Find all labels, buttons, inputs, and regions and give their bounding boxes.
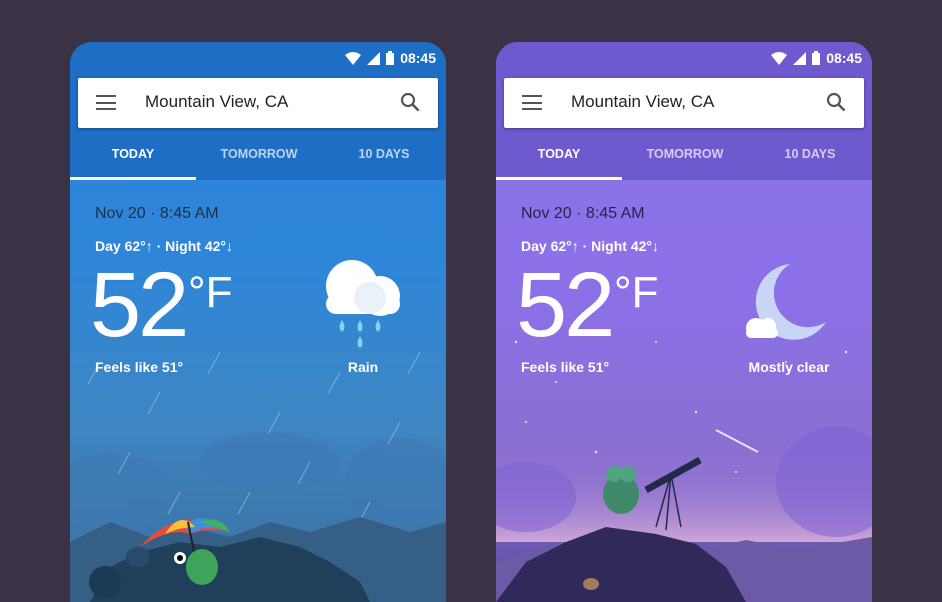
rain-cloud-icon (326, 260, 400, 348)
day-night-temps: Day 62°↑ · Night 42°↓ (95, 238, 234, 254)
tab-today[interactable]: TODAY (496, 134, 622, 180)
hamburger-menu-icon[interactable] (522, 95, 542, 111)
tab-bar: TODAY TOMORROW 10 DAYS (496, 134, 872, 180)
tab-tomorrow[interactable]: TOMORROW (196, 134, 322, 180)
feels-like: Feels like 51° (95, 359, 184, 375)
current-temperature: 52 (516, 254, 615, 356)
search-icon[interactable] (826, 92, 846, 112)
battery-icon (386, 51, 395, 65)
status-time: 08:45 (400, 50, 436, 66)
tab-10-days[interactable]: 10 DAYS (322, 134, 446, 180)
active-tab-indicator (70, 177, 196, 180)
moon-cloud-icon (746, 264, 826, 340)
active-tab-indicator (496, 177, 622, 180)
current-temperature: 52 (90, 254, 189, 356)
date-time: Nov 20 · 8:45 AM (521, 205, 645, 222)
battery-icon (812, 51, 821, 65)
hamburger-menu-icon[interactable] (96, 95, 116, 111)
day-night-temps: Day 62°↑ · Night 42°↓ (521, 238, 660, 254)
location-text[interactable]: Mountain View, CA (145, 92, 288, 112)
status-bar: 08:45 (345, 48, 436, 68)
signal-icon (367, 51, 381, 65)
feels-like: Feels like 51° (521, 359, 610, 375)
tab-tomorrow[interactable]: TOMORROW (622, 134, 748, 180)
temperature-unit: °F (188, 268, 233, 317)
weather-screen-night: 08:45 Mountain View, CA TODAY TOMORROW 1… (496, 42, 872, 602)
app-bar: 08:45 Mountain View, CA TODAY TOMORROW 1… (70, 42, 446, 180)
status-time: 08:45 (826, 50, 862, 66)
wifi-icon (771, 51, 788, 65)
date-time: Nov 20 · 8:45 AM (95, 205, 219, 222)
weather-screen-rain: 08:45 Mountain View, CA TODAY TOMORROW 1… (70, 42, 446, 602)
status-bar: 08:45 (771, 48, 862, 68)
search-icon[interactable] (400, 92, 420, 112)
condition-label: Mostly clear (748, 359, 830, 375)
condition-label: Rain (347, 359, 379, 375)
app-bar: 08:45 Mountain View, CA TODAY TOMORROW 1… (496, 42, 872, 180)
temperature-unit: °F (614, 268, 659, 317)
search-bar[interactable]: Mountain View, CA (78, 78, 438, 128)
tab-10-days[interactable]: 10 DAYS (748, 134, 872, 180)
tab-today[interactable]: TODAY (70, 134, 196, 180)
location-text[interactable]: Mountain View, CA (571, 92, 714, 112)
signal-icon (793, 51, 807, 65)
wifi-icon (345, 51, 362, 65)
tab-bar: TODAY TOMORROW 10 DAYS (70, 134, 446, 180)
search-bar[interactable]: Mountain View, CA (504, 78, 864, 128)
